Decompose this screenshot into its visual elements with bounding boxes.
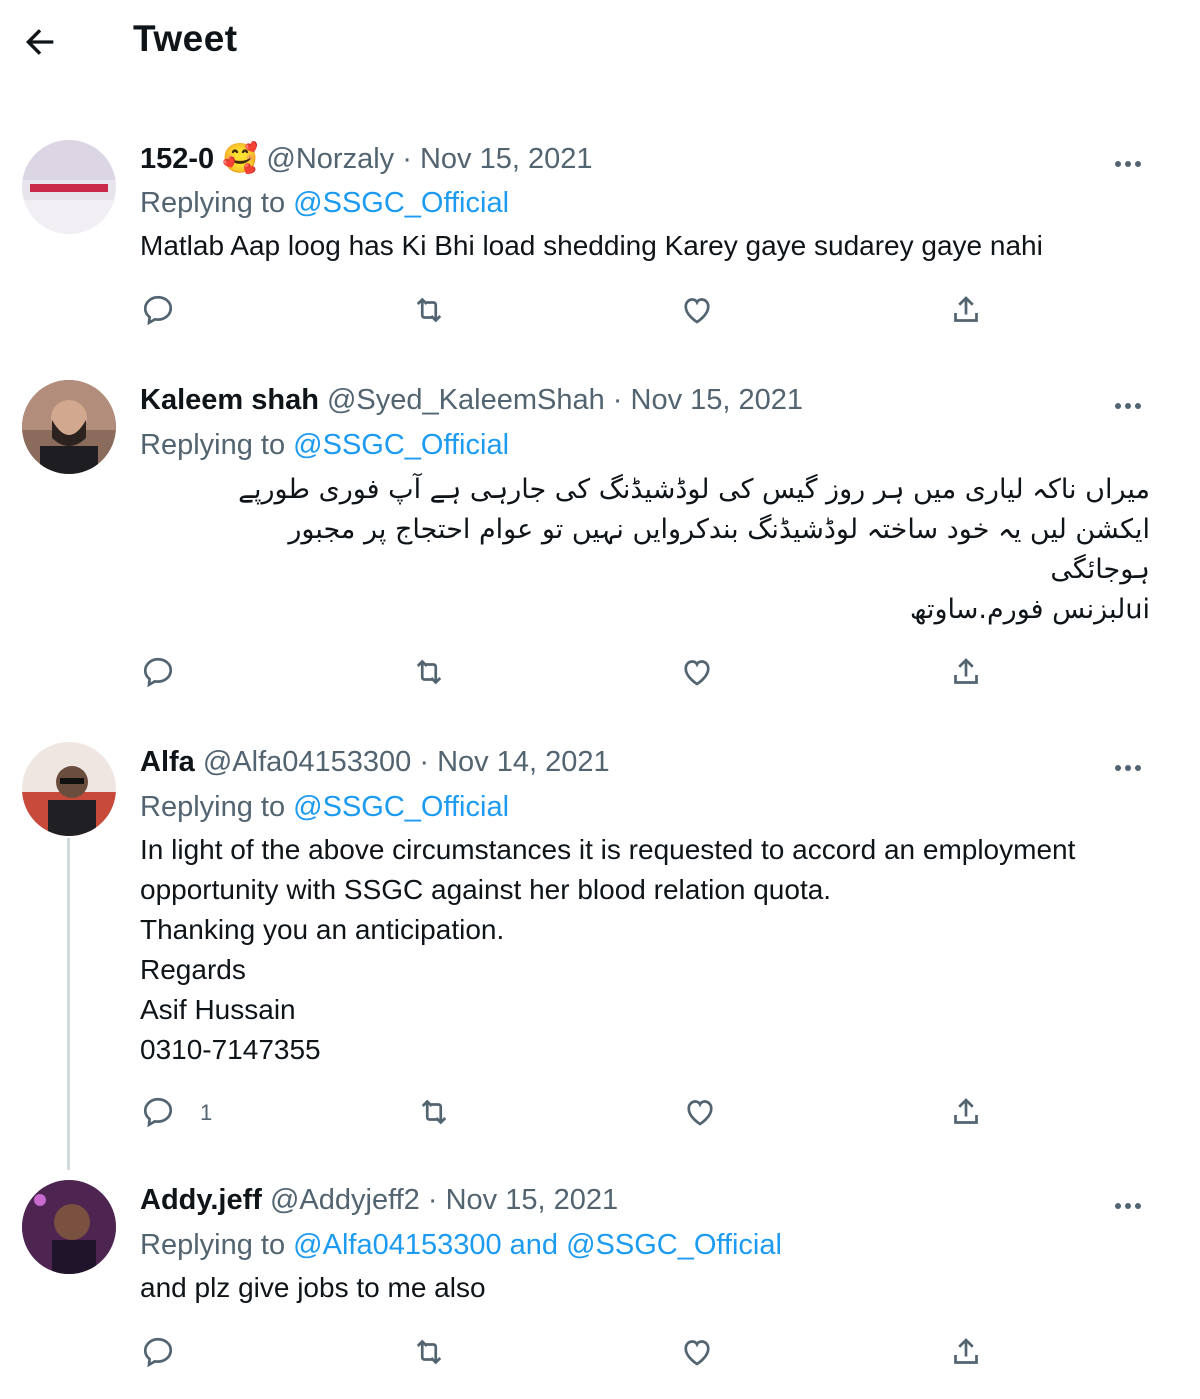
tweet-actions: 1: [0, 1094, 1200, 1138]
tweet-3[interactable]: Alfa @Alfa04153300 · Nov 14, 2021 Replyi…: [0, 734, 1200, 1170]
separator: ·: [402, 143, 412, 175]
user-handle[interactable]: @Addyjeff2: [270, 1184, 420, 1216]
tweet-text: In light of the above circumstances it i…: [140, 830, 1150, 1070]
replying-to-link[interactable]: @SSGC_Official: [293, 429, 509, 461]
replying-to-link[interactable]: @SSGC_Official: [293, 791, 509, 823]
tweet-4[interactable]: Addy.jeff @Addyjeff2 · Nov 15, 2021 Repl…: [0, 1172, 1200, 1392]
avatar[interactable]: [22, 380, 116, 474]
tweet-meta: Kaleem shah @Syed_KaleemShah · Nov 15, 2…: [140, 384, 803, 417]
replying-prefix: Replying to: [140, 187, 286, 219]
reply-icon[interactable]: [140, 1334, 180, 1374]
text-line: Asif Hussain: [140, 994, 296, 1025]
tweet-meta: Alfa @Alfa04153300 · Nov 14, 2021: [140, 746, 610, 779]
replying-to: Replying to @SSGC_Official: [140, 791, 509, 824]
reply-count: 1: [200, 1100, 213, 1125]
back-arrow-icon[interactable]: [20, 22, 64, 66]
avatar[interactable]: [22, 742, 116, 836]
more-icon[interactable]: [1108, 144, 1148, 184]
replying-to: Replying to @SSGC_Official: [140, 429, 509, 462]
retweet-icon[interactable]: [411, 654, 451, 694]
share-icon[interactable]: [948, 292, 988, 332]
share-icon[interactable]: [948, 654, 988, 694]
more-icon[interactable]: [1108, 1186, 1148, 1226]
reply-icon[interactable]: [140, 654, 180, 694]
text-line: ہوجائگی: [1050, 554, 1150, 585]
tweet-actions: [0, 1334, 1200, 1378]
share-icon[interactable]: [948, 1094, 988, 1134]
like-icon[interactable]: [679, 654, 719, 694]
like-icon[interactable]: [679, 1334, 719, 1374]
header-bar: Tweet: [0, 0, 1200, 90]
tweet-date[interactable]: Nov 14, 2021: [437, 746, 610, 778]
retweet-icon[interactable]: [411, 1334, 451, 1374]
tweet-date[interactable]: Nov 15, 2021: [446, 1184, 619, 1216]
replying-to: Replying to @Alfa04153300 and @SSGC_Offi…: [140, 1229, 782, 1262]
tweet-meta: Addy.jeff @Addyjeff2 · Nov 15, 2021: [140, 1184, 618, 1217]
replying-prefix: Replying to: [140, 429, 286, 461]
tweet-text: and plz give jobs to me also: [140, 1272, 486, 1303]
reply-icon[interactable]: [140, 292, 180, 332]
user-handle[interactable]: @Syed_KaleemShah: [327, 384, 605, 416]
tweet-2[interactable]: Kaleem shah @Syed_KaleemShah · Nov 15, 2…: [0, 372, 1200, 712]
page-title: Tweet: [133, 18, 238, 59]
separator: ·: [419, 746, 430, 778]
like-icon[interactable]: [682, 1094, 722, 1134]
separator: ·: [612, 384, 623, 416]
user-name[interactable]: Kaleem shah: [140, 384, 319, 416]
tweet-1[interactable]: 152-0 🥰 @Norzaly · Nov 15, 2021 Replying…: [0, 130, 1200, 350]
replying-to: Replying to @SSGC_Official: [140, 187, 509, 220]
more-icon[interactable]: [1108, 748, 1148, 788]
text-line: uiلبزنس فورم.ساوتھ: [909, 594, 1150, 625]
retweet-icon[interactable]: [416, 1094, 456, 1134]
avatar[interactable]: [22, 1180, 116, 1274]
user-name[interactable]: 152-0: [140, 143, 214, 175]
tweet-text: Matlab Aap loog has Ki Bhi load shedding…: [140, 230, 1043, 261]
like-icon[interactable]: [679, 292, 719, 332]
avatar[interactable]: [22, 140, 116, 234]
reply-icon[interactable]: [140, 1094, 180, 1134]
share-icon[interactable]: [948, 1334, 988, 1374]
replying-to-link[interactable]: @SSGC_Official: [293, 187, 509, 219]
tweet-date[interactable]: Nov 15, 2021: [631, 384, 804, 416]
emoji: 🥰: [222, 143, 259, 175]
text-line: Regards: [140, 954, 246, 985]
user-handle[interactable]: @Alfa04153300: [203, 746, 411, 778]
user-handle[interactable]: @Norzaly: [266, 143, 394, 175]
tweet-actions: [0, 292, 1200, 336]
user-name[interactable]: Addy.jeff: [140, 1184, 262, 1216]
tweet-actions: [0, 654, 1200, 698]
separator: ·: [427, 1184, 438, 1216]
user-name[interactable]: Alfa: [140, 746, 195, 778]
text-line: ایکشن لیں یہ خود ساختہ لوڈشیڈنگ بندکروای…: [288, 514, 1150, 545]
text-line: In light of the above circumstances it i…: [140, 834, 1076, 865]
text-line: 0310-7147355: [140, 1034, 321, 1065]
retweet-icon[interactable]: [411, 292, 451, 332]
text-line: Thanking you an anticipation.: [140, 914, 505, 945]
replying-prefix: Replying to: [140, 1229, 286, 1261]
text-line: opportunity with SSGC against her blood …: [140, 874, 832, 905]
replying-prefix: Replying to: [140, 791, 286, 823]
replying-to-link[interactable]: @Alfa04153300 and @SSGC_Official: [293, 1229, 782, 1261]
tweet-text: میراں ناکہ لیاری میں ہر روز گیس کی لوڈشی…: [140, 470, 1150, 630]
tweet-date[interactable]: Nov 15, 2021: [420, 143, 593, 175]
tweet-meta: 152-0 🥰 @Norzaly · Nov 15, 2021: [140, 142, 592, 176]
more-icon[interactable]: [1108, 386, 1148, 426]
text-line: میراں ناکہ لیاری میں ہر روز گیس کی لوڈشی…: [238, 474, 1150, 505]
